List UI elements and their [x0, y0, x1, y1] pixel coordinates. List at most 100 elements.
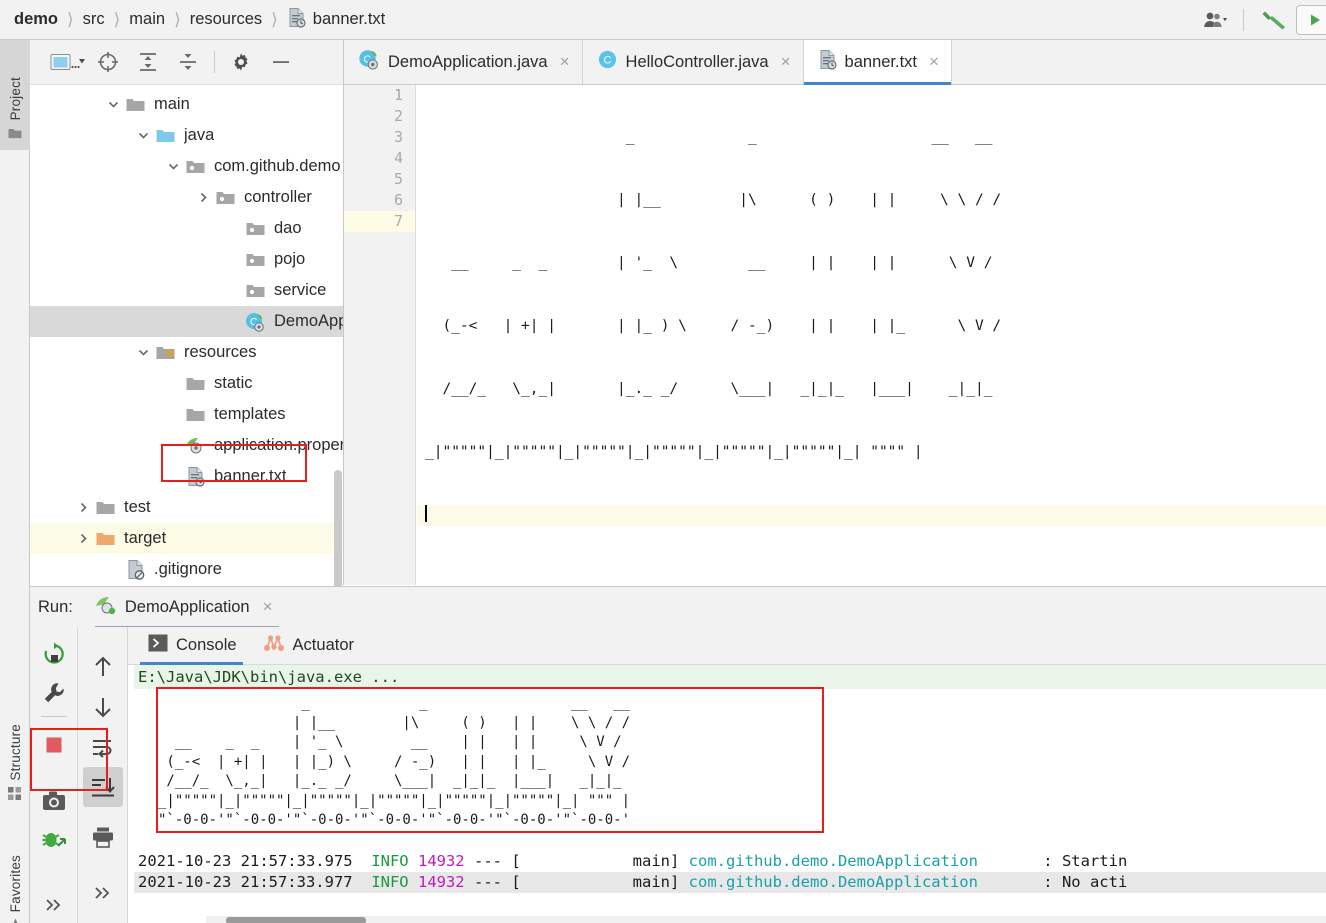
breadcrumb-file-label: banner.txt — [313, 10, 385, 29]
chevron-down-icon[interactable] — [132, 129, 154, 142]
toolbar-divider — [41, 716, 67, 717]
txt-file-icon — [287, 7, 306, 33]
tree-label: com.github.demo — [214, 157, 341, 176]
tree-label: main — [154, 95, 190, 114]
txt-file-icon — [818, 49, 837, 75]
chevron-right-icon[interactable] — [192, 191, 214, 204]
tree-node-target[interactable]: target — [30, 523, 343, 554]
tab-console-label: Console — [176, 636, 237, 655]
tree-node-test[interactable]: test — [30, 492, 343, 523]
rerun-button[interactable] — [34, 635, 74, 674]
tree-label: banner.txt — [214, 467, 286, 486]
code-line: | |__ |\ ( ) | | \ \ / / — [425, 190, 1326, 211]
console-output[interactable]: E:\Java\JDK\bin\java.exe ... _ _ __ __ |… — [128, 665, 1326, 923]
arrow-down-icon[interactable] — [83, 687, 123, 727]
tree-node-demoapplication[interactable]: C DemoApplication — [30, 306, 343, 337]
build-hammer-icon[interactable] — [1254, 7, 1296, 33]
tree-node-package-root[interactable]: com.github.demo — [30, 151, 343, 182]
minimize-icon[interactable] — [261, 46, 301, 78]
breadcrumb-item-src[interactable]: src — [83, 10, 105, 29]
tool-window-tab-favorites[interactable]: Favorites — [0, 820, 30, 923]
run-configuration-tab[interactable]: DemoApplication × — [95, 595, 279, 620]
scroll-from-source-button[interactable] — [88, 46, 128, 78]
package-icon — [214, 190, 236, 206]
editor-gutter[interactable]: 1 2 3 4 5 6 7 — [344, 85, 416, 585]
arrow-up-icon[interactable] — [83, 647, 123, 687]
chevron-double-right-icon[interactable] — [83, 873, 123, 913]
project-tool-window: main java com.github.demo — [30, 40, 344, 585]
run-icon[interactable] — [1296, 5, 1326, 35]
actuator-icon — [263, 634, 285, 658]
expand-all-icon[interactable] — [128, 46, 168, 78]
tree-node-banner-txt[interactable]: banner.txt — [30, 461, 343, 492]
log-thread: main] — [521, 852, 680, 870]
console-hscroll-thumb[interactable] — [226, 917, 366, 923]
tree-node-gitignore[interactable]: .gitignore — [30, 554, 343, 583]
gear-icon[interactable] — [221, 46, 261, 78]
camera-icon[interactable] — [34, 782, 74, 821]
tree-node-pojo[interactable]: pojo — [30, 244, 343, 275]
editor-tab-banner-txt[interactable]: banner.txt × — [804, 40, 952, 84]
run-body: Console — [30, 627, 1326, 923]
line-number-current: 7 — [344, 211, 415, 232]
chevron-double-right-icon[interactable] — [34, 885, 74, 923]
log-pid: 14932 — [418, 852, 465, 870]
select-opened-file-button[interactable] — [48, 46, 88, 78]
console-hscroll-track[interactable] — [206, 916, 1326, 923]
line-number: 1 — [344, 85, 415, 106]
chevron-right-icon[interactable] — [72, 501, 94, 514]
tree-node-templates[interactable]: templates — [30, 399, 343, 430]
tree-node-static[interactable]: static — [30, 368, 343, 399]
console-column: Console — [128, 627, 1326, 923]
stop-button[interactable] — [34, 725, 74, 764]
close-icon[interactable]: × — [929, 52, 939, 72]
close-icon[interactable]: × — [560, 52, 570, 72]
tool-window-tab-structure[interactable]: Structure — [0, 690, 30, 812]
run-left-toolbar — [30, 627, 78, 923]
soft-wrap-icon[interactable] — [83, 727, 123, 767]
run-tool-window-header: Run: DemoApplication × — [30, 587, 1326, 627]
tree-label: test — [124, 498, 151, 517]
tree-node-main[interactable]: main — [30, 89, 343, 120]
breadcrumb-item-resources[interactable]: resources — [190, 10, 262, 29]
tab-console[interactable]: Console — [148, 627, 237, 665]
txt-file-icon — [184, 466, 206, 487]
tree-node-application-properties[interactable]: application.properties — [30, 430, 343, 461]
project-scrollbar[interactable] — [334, 470, 342, 590]
editor-tab-hellocontroller[interactable]: C HelloController.java × — [583, 40, 804, 84]
tab-actuator[interactable]: Actuator — [263, 627, 354, 665]
breadcrumb-item-demo[interactable]: demo — [14, 10, 58, 29]
folder-gray-icon — [94, 500, 116, 516]
tree-node-dao[interactable]: dao — [30, 213, 343, 244]
close-icon[interactable]: × — [263, 597, 273, 617]
close-icon[interactable]: × — [781, 52, 791, 72]
editor-content[interactable]: _ _ __ __ | |__ |\ ( ) | | \ \ / / __ _ … — [417, 85, 1326, 585]
chevron-down-icon[interactable] — [132, 346, 154, 359]
chevron-right-icon[interactable] — [72, 532, 94, 545]
chevron-down-icon[interactable] — [162, 160, 184, 173]
tree-node-controller[interactable]: controller — [30, 182, 343, 213]
tree-node-service[interactable]: service — [30, 275, 343, 306]
breadcrumb-item-main[interactable]: main — [129, 10, 165, 29]
svg-text:C: C — [603, 55, 611, 67]
folder-gray-icon — [184, 407, 206, 423]
line-number: 6 — [344, 190, 415, 211]
breadcrumb-item-file[interactable]: banner.txt — [287, 7, 385, 33]
intellij-window: demo ⟩ src ⟩ main ⟩ resources ⟩ banner.t… — [0, 0, 1326, 923]
tool-window-tab-project[interactable]: Project — [0, 40, 30, 150]
bug-export-icon[interactable] — [34, 821, 74, 860]
scroll-to-end-button[interactable] — [83, 767, 123, 807]
line-number: 5 — [344, 169, 415, 190]
collapse-all-icon[interactable] — [168, 46, 208, 78]
tree-node-resources[interactable]: resources — [30, 337, 343, 368]
users-icon[interactable] — [1199, 10, 1233, 30]
editor-tab-demoapplication[interactable]: C DemoApplication.java × — [344, 40, 583, 84]
tree-label: templates — [214, 405, 286, 424]
tool-window-label-structure: Structure — [8, 724, 23, 781]
wrench-icon[interactable] — [34, 674, 74, 713]
tree-node-java[interactable]: java — [30, 120, 343, 151]
banner-line: _|"""""|_|"""""|_|"""""|_|"""""|_|"""""|… — [158, 793, 630, 809]
code-editor[interactable]: 1 2 3 4 5 6 7 _ _ __ __ | |__ |\ — [344, 85, 1326, 585]
printer-icon[interactable] — [83, 817, 123, 857]
chevron-down-icon[interactable] — [102, 98, 124, 111]
